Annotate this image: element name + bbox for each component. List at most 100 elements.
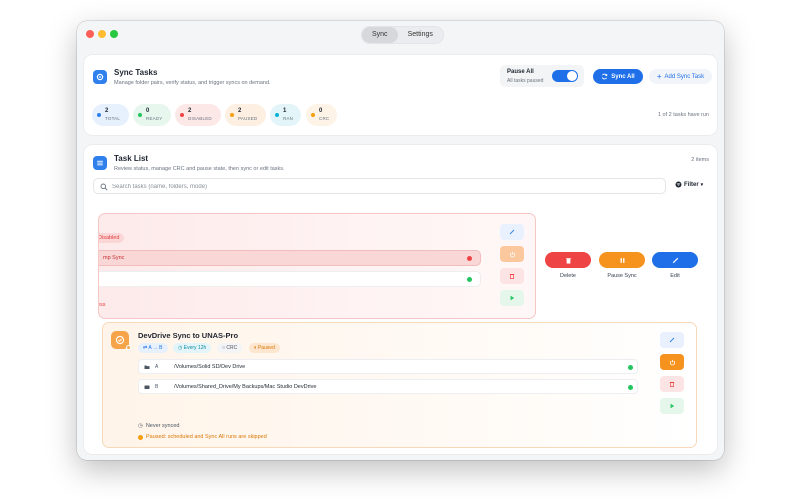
power-icon bbox=[669, 359, 675, 365]
crc-label: CRC bbox=[226, 345, 238, 351]
task-list-card: Task List Review status, manage CRC and … bbox=[84, 145, 717, 454]
plus-icon: + bbox=[656, 71, 662, 81]
task-list-subtitle: Review status, manage CRC and pause stat… bbox=[114, 166, 285, 172]
warning-icon bbox=[138, 434, 143, 440]
stat-dot bbox=[180, 113, 184, 117]
filter-label: Filter bbox=[684, 181, 699, 188]
pencil-icon bbox=[669, 337, 675, 343]
stat-label: RAN bbox=[283, 116, 294, 121]
sync-icon bbox=[602, 73, 608, 80]
check-icon bbox=[628, 365, 633, 370]
stat-paused: 2 PAUSED bbox=[225, 104, 266, 126]
stat-dot bbox=[97, 113, 101, 117]
task-list-icon bbox=[93, 156, 107, 170]
sync-tasks-subtitle: Manage folder pairs, verify status, and … bbox=[114, 80, 271, 86]
stat-label: DISABLED bbox=[188, 116, 212, 121]
stat-label: CRC bbox=[319, 116, 330, 121]
task-row-swiped[interactable]: Disabled mp Sync ess bbox=[98, 213, 536, 319]
stat-label: TOTAL bbox=[105, 116, 121, 121]
direction-chip: ⇄ A → B bbox=[138, 343, 168, 353]
stat-value: 2 bbox=[105, 108, 109, 114]
pencil-icon bbox=[672, 257, 678, 263]
stat-total: 2 TOTAL bbox=[92, 104, 129, 126]
zoom-window-button[interactable] bbox=[110, 30, 118, 38]
clock-icon: ◷ bbox=[138, 423, 143, 429]
pause-sync-button[interactable] bbox=[599, 252, 645, 268]
task-path-row bbox=[99, 271, 481, 287]
power-icon[interactable] bbox=[500, 246, 524, 262]
path-value: /Volumes/Shared_Drive/My Backups/Mac Stu… bbox=[174, 384, 317, 390]
paused-label: Paused bbox=[257, 345, 275, 351]
task-row-devdrive[interactable]: DevDrive Sync to UNAS-Pro ⇄ A → B ◷ Ever… bbox=[102, 322, 697, 448]
stat-label: PAUSED bbox=[238, 116, 258, 121]
paused-chip: ⏸ Paused bbox=[249, 343, 280, 353]
pause-all-toggle[interactable] bbox=[552, 70, 578, 82]
add-sync-task-label: Add Sync Task bbox=[664, 73, 705, 80]
add-sync-task-button[interactable]: + Add Sync Task bbox=[649, 69, 712, 84]
search-input[interactable] bbox=[112, 182, 652, 192]
crc-chip: ○ CRC bbox=[217, 343, 243, 353]
power-task-button[interactable] bbox=[660, 354, 684, 370]
filter-button[interactable]: Filter ▾ bbox=[675, 181, 703, 188]
task-name-fragment: mp Sync bbox=[103, 255, 125, 261]
delete-task-button[interactable] bbox=[660, 376, 684, 392]
stat-ready: 0 READY bbox=[133, 104, 171, 126]
stat-crc: 0 CRC bbox=[306, 104, 337, 126]
task-title: DevDrive Sync to UNAS-Pro bbox=[138, 331, 239, 340]
stat-dot bbox=[138, 113, 142, 117]
delete-button[interactable] bbox=[545, 252, 591, 268]
paused-note: Paused: scheduled and Sync All runs are … bbox=[138, 434, 267, 440]
stat-value: 0 bbox=[319, 108, 323, 114]
paused-note-text: Paused: scheduled and Sync All runs are … bbox=[146, 434, 267, 440]
pause-icon bbox=[620, 257, 624, 263]
task-name-row: mp Sync bbox=[99, 250, 481, 266]
app-window: Sync Settings Sync Tasks Manage folder p… bbox=[77, 21, 724, 460]
edit-icon[interactable] bbox=[500, 224, 524, 240]
path-key: B bbox=[155, 384, 159, 390]
run-task-button[interactable] bbox=[660, 398, 684, 414]
stat-value: 1 bbox=[283, 108, 287, 114]
status-badge-disabled: Disabled bbox=[99, 233, 125, 243]
tab-sync[interactable]: Sync bbox=[362, 27, 398, 43]
minimize-window-button[interactable] bbox=[98, 30, 106, 38]
stat-dot bbox=[275, 113, 279, 117]
task-error-fragment: ess bbox=[99, 302, 106, 308]
check-icon bbox=[628, 385, 633, 390]
last-sync-status: ◷ Never synced bbox=[138, 423, 179, 429]
edit-task-button[interactable] bbox=[660, 332, 684, 348]
pause-all-status: All tasks paused bbox=[507, 78, 544, 84]
path-value: /Volumes/Solid SD/Dev Drive bbox=[174, 364, 246, 370]
filter-icon bbox=[675, 181, 682, 188]
search-box bbox=[93, 178, 666, 194]
stat-dot bbox=[311, 113, 315, 117]
status-dot bbox=[126, 345, 131, 350]
stat-value: 0 bbox=[146, 108, 150, 114]
close-window-button[interactable] bbox=[86, 30, 94, 38]
sync-all-button[interactable]: Sync All bbox=[593, 69, 643, 84]
sync-all-label: Sync All bbox=[611, 73, 635, 80]
play-icon[interactable] bbox=[500, 290, 524, 306]
pause-all-label: Pause All bbox=[507, 69, 534, 75]
path-key: A bbox=[155, 364, 159, 370]
task-list-title: Task List bbox=[114, 154, 149, 163]
stat-value: 2 bbox=[188, 108, 192, 114]
folder-icon bbox=[144, 365, 150, 369]
schedule-label: Every 12h bbox=[183, 345, 207, 351]
sync-tasks-card: Sync Tasks Manage folder pairs, verify s… bbox=[84, 55, 717, 135]
trash-icon[interactable] bbox=[500, 268, 524, 284]
trash-icon bbox=[669, 381, 675, 387]
pause-sync-label: Pause Sync bbox=[607, 273, 637, 279]
toggle-knob bbox=[567, 71, 577, 81]
check-icon bbox=[467, 277, 472, 282]
stat-disabled: 2 DISABLED bbox=[175, 104, 221, 126]
tab-settings[interactable]: Settings bbox=[398, 27, 443, 43]
stat-label: READY bbox=[146, 116, 163, 121]
view-segmented-control: Sync Settings bbox=[361, 26, 444, 44]
path-row-b: B /Volumes/Shared_Drive/My Backups/Mac S… bbox=[138, 379, 638, 394]
drive-icon bbox=[144, 385, 150, 389]
play-icon bbox=[670, 403, 675, 409]
edit-label: Edit bbox=[670, 273, 680, 279]
edit-button[interactable] bbox=[652, 252, 698, 268]
titlebar: Sync Settings bbox=[77, 21, 724, 49]
stat-ran: 1 RAN bbox=[270, 104, 301, 126]
